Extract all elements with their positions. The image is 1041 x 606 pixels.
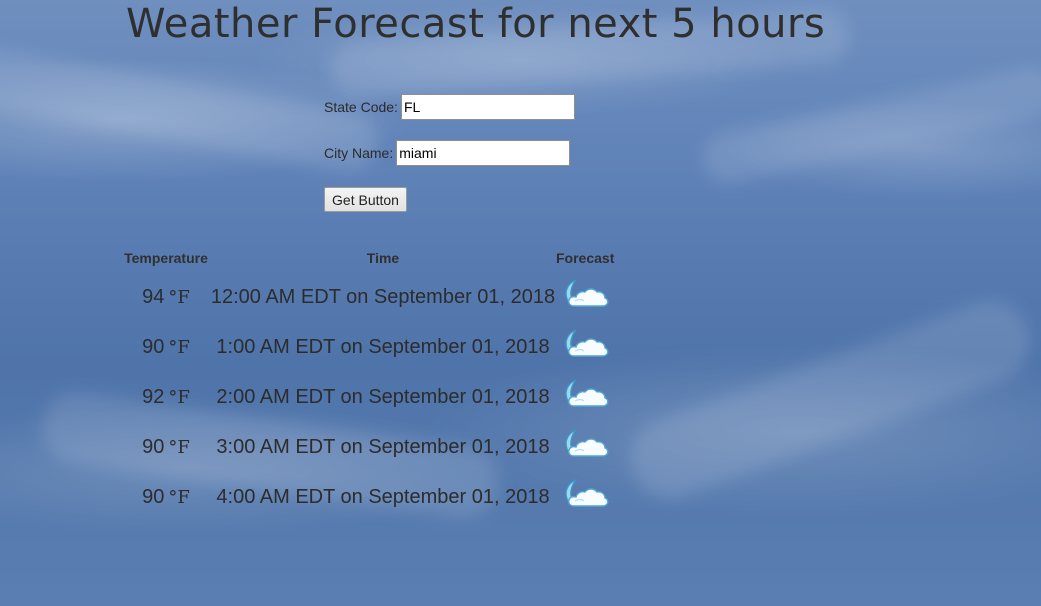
city-name-label: City Name: [324, 145, 394, 161]
forecast-cell [556, 472, 614, 522]
time-cell: 4:00 AM EDT on September 01, 2018 [216, 485, 550, 508]
temperature-value: 90 [142, 485, 165, 508]
time-cell: 2:00 AM EDT on September 01, 2018 [216, 385, 550, 408]
temperature-value: 92 [142, 385, 165, 408]
time-cell: 3:00 AM EDT on September 01, 2018 [216, 435, 550, 458]
city-name-row: City Name: [324, 140, 571, 166]
forecast-cell [556, 272, 614, 322]
state-code-input[interactable] [400, 94, 575, 120]
forecast-cell [556, 422, 614, 472]
forecast-cell [556, 322, 614, 372]
temperature-unit: °F [168, 286, 190, 308]
page-title: Weather Forecast for next 5 hours [126, 1, 826, 47]
state-code-label: State Code: [324, 99, 398, 115]
temperature-unit: °F [168, 386, 190, 408]
table-row: 90 °F 1:00 AM EDT on September 01, 2018 [122, 322, 614, 372]
state-code-row: State Code: [324, 94, 575, 120]
table-row: 92 °F 2:00 AM EDT on September 01, 2018 [122, 372, 614, 422]
temperature-value: 90 [142, 435, 165, 458]
partly-cloudy-night-icon [565, 279, 609, 307]
partly-cloudy-night-icon [565, 379, 609, 407]
forecast-table: Temperature Time Forecast 94 °F 12:00 AM … [122, 248, 614, 522]
temperature-header: Temperature [124, 250, 208, 266]
temperature-cell: 90 °F [122, 472, 210, 522]
partly-cloudy-night-icon [565, 479, 609, 507]
table-row: 90 °F 4:00 AM EDT on September 01, 2018 [122, 472, 614, 522]
time-cell: 12:00 AM EDT on September 01, 2018 [210, 285, 556, 308]
table-row: 90 °F 3:00 AM EDT on September 01, 2018 [122, 422, 614, 472]
temperature-cell: 92 °F [122, 372, 210, 422]
partly-cloudy-night-icon [565, 429, 609, 457]
forecast-header: Forecast [556, 250, 615, 266]
partly-cloudy-night-icon [565, 329, 609, 357]
temperature-value: 90 [142, 335, 165, 358]
time-cell: 1:00 AM EDT on September 01, 2018 [216, 335, 550, 358]
get-button[interactable]: Get Button [324, 187, 407, 212]
temperature-cell: 90 °F [122, 422, 210, 472]
forecast-cell [556, 372, 614, 422]
table-row: 94 °F 12:00 AM EDT on September 01, 2018 [122, 272, 614, 322]
city-name-input[interactable] [396, 140, 571, 166]
temperature-unit: °F [168, 436, 190, 458]
temperature-cell: 94 °F [122, 272, 210, 322]
temperature-value: 94 [142, 285, 165, 308]
temperature-unit: °F [168, 486, 190, 508]
temperature-cell: 90 °F [122, 322, 210, 372]
time-header: Time [366, 250, 400, 266]
temperature-unit: °F [168, 336, 190, 358]
table-header-row: Temperature Time Forecast [122, 248, 614, 272]
